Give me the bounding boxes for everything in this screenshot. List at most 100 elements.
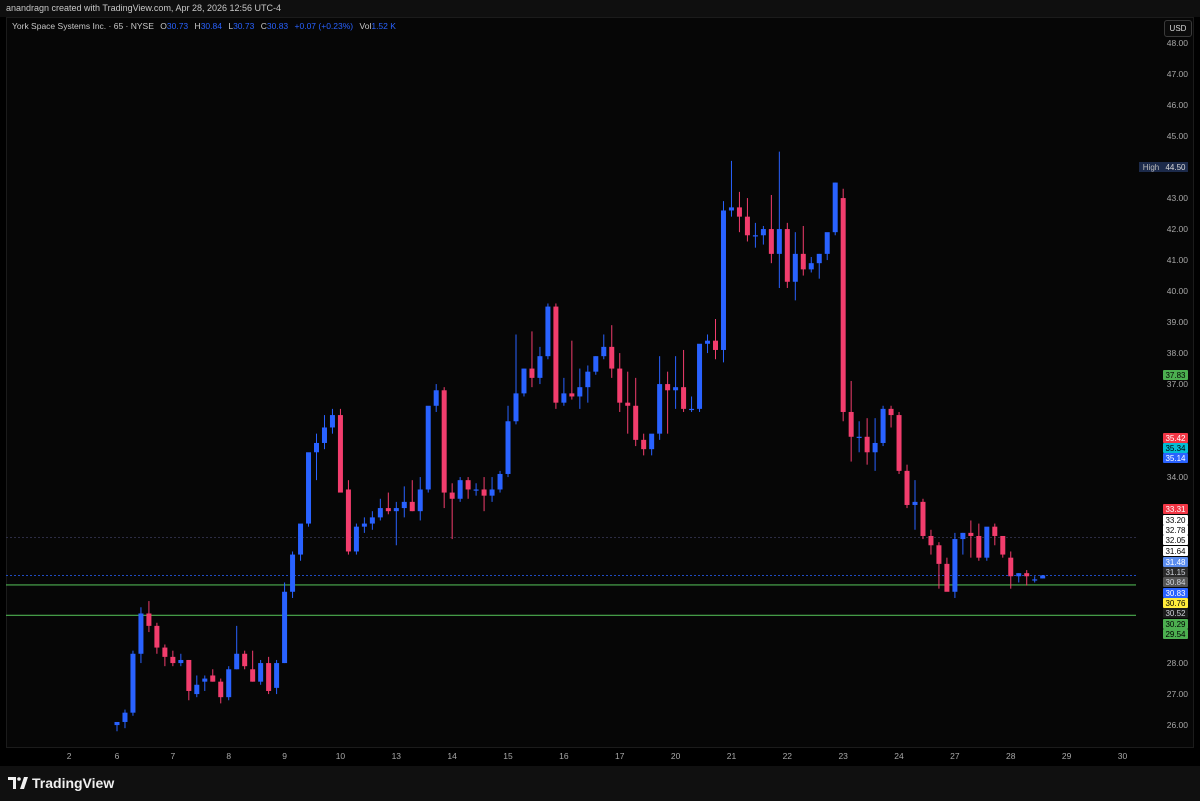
candle-body <box>433 390 439 406</box>
candle-body <box>633 405 639 440</box>
candle-body <box>457 480 463 499</box>
high-marker-label: High <box>1143 163 1159 172</box>
candle-body <box>601 346 607 357</box>
candle-body <box>393 508 399 512</box>
candle-body <box>776 229 782 254</box>
y-tick-label: 43.00 <box>1167 193 1189 203</box>
y-tick-label: 46.00 <box>1167 100 1189 110</box>
candle-body <box>314 442 319 453</box>
price-label-text: 30.83 <box>1165 589 1186 598</box>
candle-body <box>321 427 327 443</box>
price-label-text: 31.15 <box>1165 568 1186 577</box>
volume-value: 1.52 K <box>371 21 396 31</box>
price-label-text: 33.20 <box>1165 516 1186 525</box>
candle-body <box>529 368 535 378</box>
candle-body <box>521 368 527 394</box>
candle-body <box>210 675 216 682</box>
price-label-text: 32.05 <box>1165 536 1186 545</box>
candle-body <box>417 489 423 512</box>
currency-button[interactable]: USD <box>1164 20 1192 37</box>
candle-body <box>306 452 312 524</box>
candle-body <box>186 659 192 691</box>
price-label-text: 35.14 <box>1165 454 1186 463</box>
candle-body <box>337 415 343 493</box>
candle-body <box>274 663 280 688</box>
symbol-title: York Space Systems Inc. · 65 · NYSE <box>12 21 154 31</box>
price-label-text: 30.52 <box>1165 609 1186 618</box>
x-tick-label: 27 <box>950 751 960 761</box>
y-tick-label: 26.00 <box>1167 720 1189 730</box>
candlestick-chart[interactable]: 26.0027.0028.0029.0034.0037.0038.0039.00… <box>0 0 1200 766</box>
candle-body <box>705 340 711 344</box>
candle-body <box>170 656 176 664</box>
x-tick-label: 2 <box>67 751 72 761</box>
y-tick-label: 28.00 <box>1167 658 1189 668</box>
y-tick-label: 37.00 <box>1167 379 1189 389</box>
candle-body <box>720 210 726 350</box>
candle-body <box>537 356 543 378</box>
candle-body <box>848 411 854 437</box>
x-tick-label: 8 <box>226 751 231 761</box>
candle-body <box>936 545 942 564</box>
candle-body <box>441 390 447 493</box>
candle-body <box>952 539 958 592</box>
candle-body <box>872 442 878 453</box>
candle-body <box>553 306 559 403</box>
candle-body <box>960 532 966 540</box>
candle-body <box>385 508 391 512</box>
candle-body <box>984 526 990 558</box>
open-label: O <box>160 21 167 31</box>
candle-body <box>234 653 240 670</box>
x-tick-label: 9 <box>282 751 287 761</box>
high-marker-value: 44.50 <box>1165 163 1186 172</box>
candle-body <box>728 207 734 211</box>
candle-body <box>1016 573 1022 577</box>
low-value: 30.73 <box>233 21 255 31</box>
candle-body <box>768 229 774 254</box>
price-label-text: 35.34 <box>1165 444 1186 453</box>
candle-body <box>609 346 615 369</box>
price-label-text: 32.78 <box>1165 526 1186 535</box>
candle-body <box>665 384 671 391</box>
candle-body <box>625 402 631 406</box>
x-tick-label: 7 <box>170 751 175 761</box>
candle-body <box>1008 557 1014 577</box>
candle-body <box>1040 575 1046 579</box>
volume-label: Vol <box>359 21 372 31</box>
candle-body <box>505 421 511 474</box>
candle-body <box>258 663 264 682</box>
candle-body <box>968 532 974 536</box>
candle-body <box>250 669 256 682</box>
x-tick-label: 22 <box>783 751 793 761</box>
price-label-text: 37.83 <box>1165 371 1186 380</box>
candle-body <box>242 653 248 667</box>
candle-body <box>569 393 575 397</box>
candle-body <box>752 235 758 237</box>
candle-body <box>513 393 519 422</box>
candle-body <box>784 229 790 282</box>
candle-body <box>154 625 160 648</box>
candle-body <box>369 517 375 524</box>
high-value: 30.84 <box>200 21 222 31</box>
candle-body <box>657 384 663 434</box>
candle-body <box>896 415 902 471</box>
y-tick-label: 42.00 <box>1167 224 1189 234</box>
candle-body <box>114 721 120 726</box>
candle-body <box>713 340 718 350</box>
candle-body <box>992 526 998 536</box>
y-tick-label: 34.00 <box>1167 472 1189 482</box>
price-label-text: 35.42 <box>1165 434 1186 443</box>
change-value: +0.07 (+0.23%) <box>294 21 354 31</box>
candle-body <box>824 232 830 254</box>
candle-body <box>298 523 304 555</box>
candle-body <box>864 436 870 453</box>
brand-name: TradingView <box>32 775 115 791</box>
candle-body <box>425 405 431 490</box>
x-tick-label: 6 <box>115 751 120 761</box>
candle-body <box>760 229 766 236</box>
candle-body <box>593 356 599 372</box>
y-tick-label: 39.00 <box>1167 317 1189 327</box>
tradingview-logo[interactable]: TradingView <box>8 775 114 791</box>
candle-body <box>920 501 926 536</box>
x-tick-label: 13 <box>392 751 402 761</box>
